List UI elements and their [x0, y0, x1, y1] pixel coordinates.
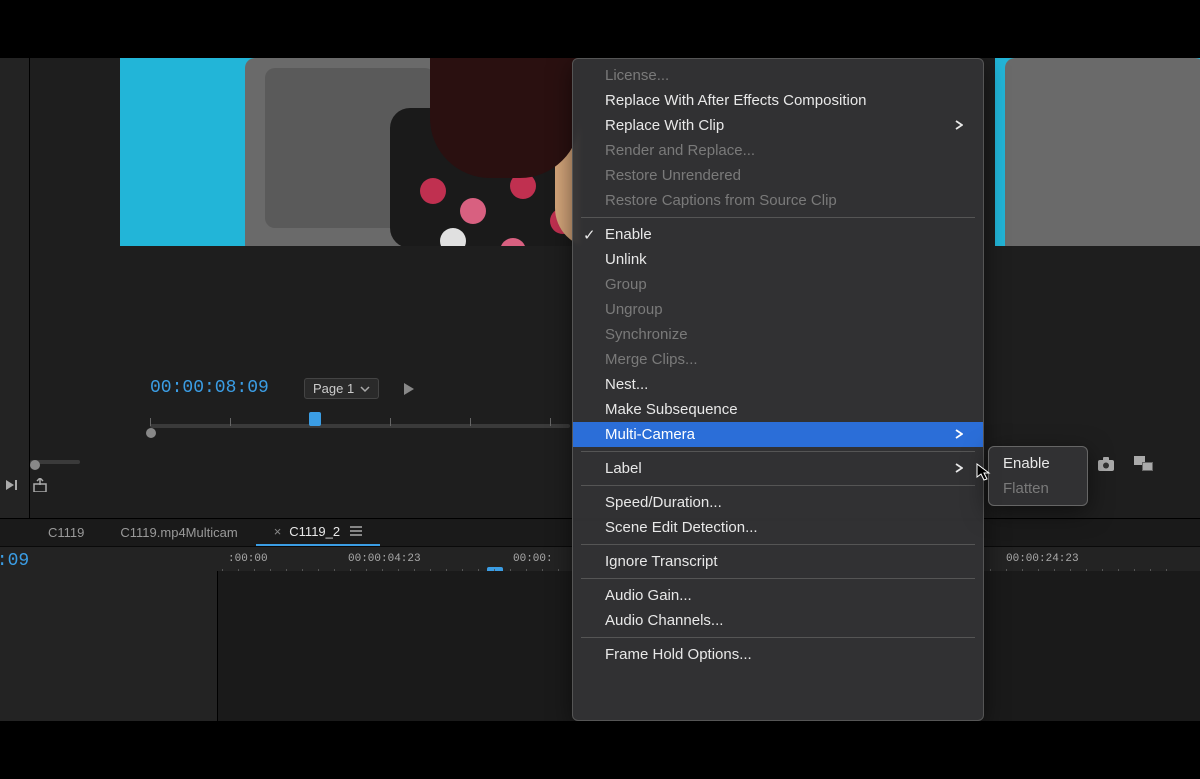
menu-item-replace-with-clip[interactable]: Replace With Clip [573, 113, 983, 138]
video-preview-right [995, 58, 1200, 246]
menu-item-label: Restore Captions from Source Clip [605, 192, 837, 209]
mouse-cursor-icon [975, 463, 993, 481]
menu-separator [581, 451, 975, 452]
menu-item-label: Nest... [605, 376, 648, 393]
ruler-time-label: 00:00: [513, 553, 553, 565]
menu-item-restore-captions-from-source-clip: Restore Captions from Source Clip [573, 188, 983, 213]
export-icon[interactable] [32, 478, 48, 495]
menu-item-license: License... [573, 63, 983, 88]
submenu-item-enable[interactable]: Enable [989, 451, 1087, 476]
menu-separator [581, 637, 975, 638]
menu-item-audio-gain[interactable]: Audio Gain... [573, 583, 983, 608]
menu-item-synchronize: Synchronize [573, 322, 983, 347]
monitor-timecode[interactable]: 00:00:08:09 [150, 378, 269, 398]
chevron-right-icon [955, 460, 963, 477]
menu-item-merge-clips: Merge Clips... [573, 347, 983, 372]
menu-item-label: Frame Hold Options... [605, 646, 752, 663]
menu-item-speed-duration[interactable]: Speed/Duration... [573, 490, 983, 515]
chevron-down-icon [360, 384, 370, 394]
menu-item-label: Group [605, 276, 647, 293]
scrubber-handle[interactable] [309, 412, 321, 426]
page-selector[interactable]: Page 1 [304, 378, 379, 399]
menu-item-nest[interactable]: Nest... [573, 372, 983, 397]
menu-item-restore-unrendered: Restore Unrendered [573, 163, 983, 188]
menu-item-ignore-transcript[interactable]: Ignore Transcript [573, 549, 983, 574]
menu-item-label: Replace With Clip [605, 117, 724, 134]
menu-item-ungroup: Ungroup [573, 297, 983, 322]
menu-item-label: Replace With After Effects Composition [605, 92, 867, 109]
chevron-right-icon [955, 117, 963, 134]
menu-separator [581, 217, 975, 218]
menu-item-replace-with-after-effects-composition[interactable]: Replace With After Effects Composition [573, 88, 983, 113]
chevron-right-icon [955, 426, 963, 443]
menu-item-label: Unlink [605, 251, 647, 268]
monitor-toolbar [1096, 456, 1154, 475]
menu-item-label: Label [605, 460, 642, 477]
menu-item-label: Ignore Transcript [605, 553, 718, 570]
menu-item-label: Multi-Camera [605, 426, 695, 443]
menu-item-group: Group [573, 272, 983, 297]
menu-item-frame-hold-options[interactable]: Frame Hold Options... [573, 642, 983, 667]
menu-item-scene-edit-detection[interactable]: Scene Edit Detection... [573, 515, 983, 540]
ruler-time-label: :00:00 [228, 553, 268, 565]
menu-item-unlink[interactable]: Unlink [573, 247, 983, 272]
play-forward-icon[interactable] [404, 382, 414, 398]
menu-item-render-and-replace: Render and Replace... [573, 138, 983, 163]
video-preview-left [120, 58, 580, 246]
menu-item-label: Synchronize [605, 326, 688, 343]
multicam-submenu: EnableFlatten [988, 446, 1088, 506]
clip-context-menu: License... Replace With After Effects Com… [572, 58, 984, 721]
person-graphic [380, 58, 580, 246]
menu-item-label: Audio Channels... [605, 612, 723, 629]
menu-item-audio-channels[interactable]: Audio Channels... [573, 608, 983, 633]
left-panel [0, 58, 30, 523]
timeline-tab[interactable]: C1119 [30, 520, 102, 545]
menu-separator [581, 544, 975, 545]
menu-item-label: Make Subsequence [605, 401, 738, 418]
monitor-scrubber[interactable] [120, 412, 580, 436]
menu-item-enable[interactable]: Enable ✓ [573, 222, 983, 247]
menu-item-make-subsequence[interactable]: Make Subsequence [573, 397, 983, 422]
timeline-timecode[interactable]: 8:09 [0, 551, 29, 571]
menu-item-label: Restore Unrendered [605, 167, 741, 184]
letterbox-bottom [0, 721, 1200, 779]
menu-item-label: Ungroup [605, 301, 663, 318]
menu-item-multi-camera[interactable]: Multi-Camera [573, 422, 983, 447]
menu-item-label: License... [605, 67, 669, 84]
menu-item-label: Merge Clips... [605, 351, 698, 368]
menu-item-label: Scene Edit Detection... [605, 519, 758, 536]
check-icon: ✓ [583, 226, 596, 244]
page-label: Page 1 [313, 381, 354, 396]
main-app-area: 00:00:08:09 Page 1 [0, 58, 1200, 721]
menu-item-label: Render and Replace... [605, 142, 755, 159]
menu-separator [581, 485, 975, 486]
ruler-time-label: 00:00:04:23 [348, 553, 421, 565]
ruler-time-label: 00:00:24:23 [1006, 553, 1079, 565]
play-marker-icon[interactable] [6, 478, 22, 495]
menu-item-label: Speed/Duration... [605, 494, 722, 511]
timeline-tab[interactable]: C1119.mp4Multicam [102, 520, 255, 545]
letterbox-top [0, 0, 1200, 58]
menu-item-label: Enable [605, 226, 652, 243]
tab-menu-icon[interactable] [350, 524, 362, 539]
track-header-column [0, 571, 218, 721]
menu-item-label: Audio Gain... [605, 587, 692, 604]
timeline-tab-active[interactable]: ×C1119_2 [256, 519, 380, 546]
multicam-view-icon[interactable] [1134, 456, 1154, 475]
menu-separator [581, 578, 975, 579]
submenu-item-flatten: Flatten [989, 476, 1087, 501]
menu-item-label[interactable]: Label [573, 456, 983, 481]
camera-icon[interactable] [1096, 456, 1116, 475]
zoom-slider[interactable] [30, 460, 80, 464]
